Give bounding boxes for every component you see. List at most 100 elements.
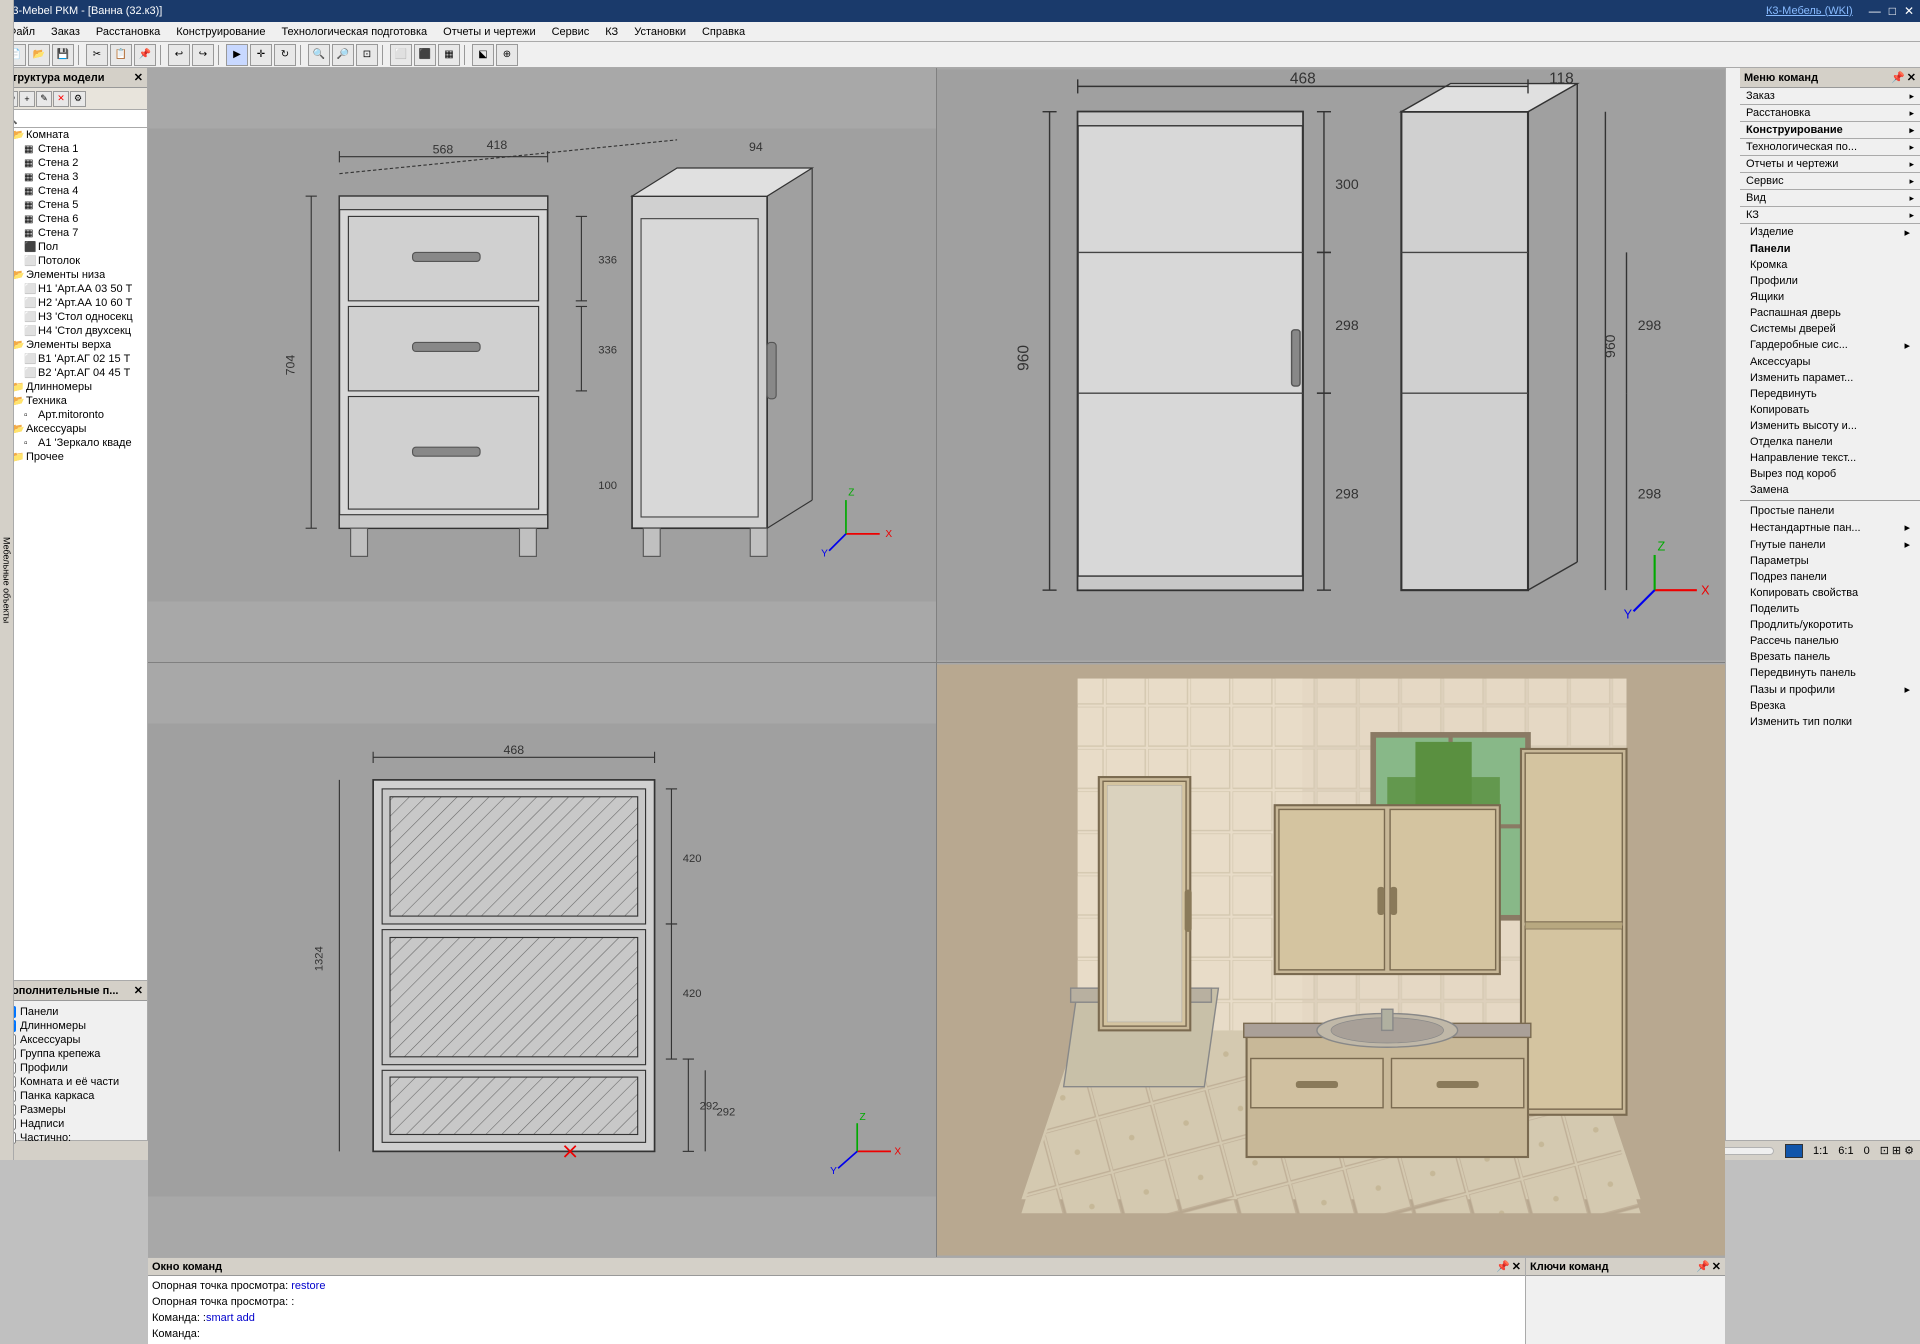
right-section-header[interactable]: КЗ▸: [1740, 207, 1920, 224]
structure-close[interactable]: ✕: [134, 71, 143, 84]
tree-item[interactable]: ▾📂Техника: [0, 394, 147, 408]
tree-item[interactable]: ⬜В1 'Арт.АГ 02 15 Т: [0, 352, 147, 366]
tree-item[interactable]: ▫А1 'Зеркало кваде: [0, 436, 147, 450]
viewport-top-right[interactable]: 468 118 960 300: [937, 68, 1725, 662]
tree-item[interactable]: ⬜Потолок: [0, 254, 147, 268]
toolbar-view2[interactable]: ⬛: [414, 44, 436, 66]
right-menu-item[interactable]: Вырез под короб: [1740, 466, 1920, 482]
right-menu-item[interactable]: Передвинуть панель: [1740, 665, 1920, 681]
toolbar-redo[interactable]: ↪: [192, 44, 214, 66]
toolbar-fit[interactable]: ⊡: [356, 44, 378, 66]
right-menu-item[interactable]: Копировать: [1740, 402, 1920, 418]
right-menu-item[interactable]: Подрез панели: [1740, 569, 1920, 585]
right-menu-item[interactable]: Рассечь панелью: [1740, 633, 1920, 649]
tree-item[interactable]: ▦Стена 6: [0, 212, 147, 226]
right-menu-item[interactable]: Распашная дверь: [1740, 305, 1920, 321]
toolbar-rotate[interactable]: ↻: [274, 44, 296, 66]
right-menu-item[interactable]: Направление текст...: [1740, 450, 1920, 466]
right-menu-item[interactable]: Изменить высоту и...: [1740, 418, 1920, 434]
right-menu-item[interactable]: Гардеробные сис...▸: [1740, 337, 1920, 354]
status-icon-1[interactable]: ⊡: [1880, 1144, 1889, 1157]
right-menu-item[interactable]: Гнутые панели▸: [1740, 536, 1920, 553]
right-menu-item[interactable]: Пазы и профили▸: [1740, 681, 1920, 698]
wiki-link[interactable]: К3-Мебель (WKI): [1766, 5, 1853, 17]
minimize-btn[interactable]: —: [1869, 4, 1881, 18]
tree-item[interactable]: ▦Стена 7: [0, 226, 147, 240]
menu-order[interactable]: Заказ: [43, 24, 88, 40]
viewport-bottom-right[interactable]: [937, 663, 1725, 1257]
right-section-header[interactable]: Отчеты и чертежи▸: [1740, 156, 1920, 173]
tree-item[interactable]: ⬜Н2 'Арт.АА 10 60 Т: [0, 296, 147, 310]
right-close[interactable]: ✕: [1907, 71, 1916, 84]
cmd-pin[interactable]: 📌: [1496, 1260, 1510, 1273]
right-section-header[interactable]: Расстановка▸: [1740, 105, 1920, 122]
tree-item[interactable]: ⬜Н4 'Стол двухсекц: [0, 324, 147, 338]
right-menu-item[interactable]: Изменить парамет...: [1740, 370, 1920, 386]
right-menu-item[interactable]: Врезка: [1740, 698, 1920, 714]
toolbar-btn-4[interactable]: ✂: [86, 44, 108, 66]
tree-item[interactable]: ▸📁Длинномеры: [0, 380, 147, 394]
right-menu-item[interactable]: Аксессуары: [1740, 354, 1920, 370]
right-menu-item[interactable]: Замена: [1740, 482, 1920, 498]
toolbar-move[interactable]: ✛: [250, 44, 272, 66]
menu-layout[interactable]: Расстановка: [88, 24, 168, 40]
tree-item[interactable]: ▦Стена 1: [0, 142, 147, 156]
toolbar-zoom-in[interactable]: 🔍: [308, 44, 330, 66]
right-menu-item[interactable]: Передвинуть: [1740, 386, 1920, 402]
tree-item[interactable]: ▾📂Комната: [0, 128, 147, 142]
tree-item[interactable]: ▾📂Аксессуары: [0, 422, 147, 436]
menu-construct[interactable]: Конструирование: [168, 24, 273, 40]
status-icon-2[interactable]: ⊞: [1892, 1144, 1901, 1157]
right-section-header[interactable]: Заказ▸: [1740, 88, 1920, 105]
toolbar-btn-2[interactable]: 📂: [28, 44, 50, 66]
right-menu-item[interactable]: Изменить тип полки: [1740, 714, 1920, 730]
maximize-btn[interactable]: □: [1889, 4, 1896, 18]
right-section-header[interactable]: Сервис▸: [1740, 173, 1920, 190]
toolbar-view1[interactable]: ⬜: [390, 44, 412, 66]
tree-item[interactable]: ▾📂Элементы верха: [0, 338, 147, 352]
close-btn[interactable]: ✕: [1904, 4, 1914, 18]
right-section-header[interactable]: Технологическая по...▸: [1740, 139, 1920, 156]
struct-btn-del[interactable]: ✕: [53, 91, 69, 107]
right-menu-item[interactable]: Копировать свойства: [1740, 585, 1920, 601]
toolbar-snap[interactable]: ⊕: [496, 44, 518, 66]
structure-search-input[interactable]: [4, 113, 143, 125]
tree-item[interactable]: ⬜Н1 'Арт.АА 03 50 Т: [0, 282, 147, 296]
menu-reports[interactable]: Отчеты и чертежи: [435, 24, 543, 40]
toolbar-view3[interactable]: ▦: [438, 44, 460, 66]
tree-item[interactable]: ▦Стена 5: [0, 198, 147, 212]
tree-item[interactable]: ▦Стена 4: [0, 184, 147, 198]
right-section-header[interactable]: Конструирование▸: [1740, 122, 1920, 139]
cmd-close[interactable]: ✕: [1512, 1260, 1521, 1273]
menu-service[interactable]: Сервис: [544, 24, 598, 40]
right-menu-item[interactable]: Изделие▸: [1740, 224, 1920, 241]
struct-btn-add[interactable]: +: [19, 91, 35, 107]
struct-btn-edit[interactable]: ✎: [36, 91, 52, 107]
toolbar-btn-6[interactable]: 📌: [134, 44, 156, 66]
tree-item[interactable]: ⬜Н3 'Стол односекц: [0, 310, 147, 324]
tree-item[interactable]: ⬜В2 'Арт.АГ 04 45 Т: [0, 366, 147, 380]
right-menu-item[interactable]: Ящики: [1740, 289, 1920, 305]
right-menu-item[interactable]: Поделить: [1740, 601, 1920, 617]
tree-item[interactable]: ▫Арт.mitoronto: [0, 408, 147, 422]
right-menu-item[interactable]: Профили: [1740, 273, 1920, 289]
right-menu-item[interactable]: Кромка: [1740, 257, 1920, 273]
tree-item[interactable]: ▦Стена 3: [0, 170, 147, 184]
right-section-header[interactable]: Вид▸: [1740, 190, 1920, 207]
toolbar-dim[interactable]: ⬕: [472, 44, 494, 66]
menu-help[interactable]: Справка: [694, 24, 753, 40]
menu-techprep[interactable]: Технологическая подготовка: [273, 24, 435, 40]
tree-item[interactable]: ⬛Пол: [0, 240, 147, 254]
right-menu-item[interactable]: Системы дверей: [1740, 321, 1920, 337]
toolbar-btn-3[interactable]: 💾: [52, 44, 74, 66]
tree-item[interactable]: ▦Стена 2: [0, 156, 147, 170]
right-menu-item[interactable]: Параметры: [1740, 553, 1920, 569]
toolbar-btn-5[interactable]: 📋: [110, 44, 132, 66]
right-menu-item[interactable]: Отделка панели: [1740, 434, 1920, 450]
menu-settings[interactable]: Установки: [626, 24, 694, 40]
keys-pin[interactable]: 📌: [1696, 1260, 1710, 1273]
right-menu-item[interactable]: Простые панели: [1740, 503, 1920, 519]
menu-k3[interactable]: КЗ: [597, 24, 626, 40]
right-menu-item[interactable]: Врезать панель: [1740, 649, 1920, 665]
toolbar-zoom-out[interactable]: 🔎: [332, 44, 354, 66]
